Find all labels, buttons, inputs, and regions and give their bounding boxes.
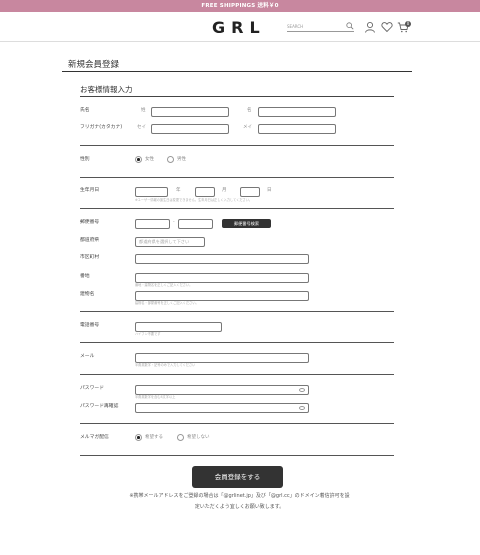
divider: [80, 455, 394, 456]
building-hint: 建物名・部屋番号を正しくご記入ください。: [135, 301, 199, 305]
divider: [80, 423, 394, 424]
day-suffix: 日: [267, 188, 272, 193]
gender-male-label[interactable]: 男性: [177, 156, 186, 164]
footer-note-line1: ※携帯メールアドレスをご登録の場合は「@grlinet.jp」及び「@grl.c…: [129, 493, 350, 499]
search-icon[interactable]: [346, 22, 354, 30]
kana-first-field[interactable]: [258, 124, 336, 134]
email-field[interactable]: [135, 353, 309, 363]
register-button[interactable]: 会員登録をする: [192, 466, 283, 488]
divider: [80, 208, 394, 209]
divider: [80, 145, 394, 146]
kana-first-label: メイ: [243, 125, 252, 130]
phone-field[interactable]: [135, 322, 222, 332]
site-logo[interactable]: GRL: [212, 18, 266, 37]
divider: [80, 342, 394, 343]
zip-second-field[interactable]: [178, 219, 213, 229]
newsletter-no-label[interactable]: 希望しない: [187, 434, 210, 442]
gender-male-radio[interactable]: [167, 156, 174, 163]
heart-icon[interactable]: [381, 21, 393, 33]
promo-text: FREE SHIPPINGS 送料￥0: [201, 3, 279, 9]
name-label: 氏名: [80, 108, 90, 113]
first-name-field[interactable]: [258, 107, 336, 117]
divider: [80, 374, 394, 375]
section-divider: [80, 96, 394, 97]
last-name-label: 姓: [141, 108, 146, 113]
birth-year-select[interactable]: [135, 187, 168, 197]
phone-label: 電話番号: [80, 323, 100, 328]
zip-label: 郵便番号: [80, 220, 100, 225]
password-confirm-label: パスワード再確認: [80, 404, 119, 409]
newsletter-yes-label[interactable]: 希望する: [145, 434, 163, 442]
eye-icon[interactable]: [299, 406, 305, 410]
password-confirm-field[interactable]: [135, 403, 309, 413]
prefecture-label: 都道府県: [80, 238, 100, 243]
zip-dash: -: [173, 220, 175, 225]
city-label: 市区町村: [80, 255, 100, 260]
city-field[interactable]: [135, 254, 309, 264]
last-name-field[interactable]: [151, 107, 229, 117]
birth-day-select[interactable]: [240, 187, 260, 197]
address-hint: 番地・建物名を正しくご記入ください。: [135, 283, 193, 287]
birthdate-hint: ※ユーザー情報の誕生日は変更できません。生年月日は正しく入力してください。: [135, 198, 253, 202]
newsletter-yes-radio[interactable]: [135, 434, 142, 441]
password-hint: 半角英数字を含む8文字以上: [135, 395, 176, 399]
password-label: パスワード: [80, 386, 104, 391]
birthdate-label: 生年月日: [80, 188, 100, 193]
user-icon[interactable]: [364, 21, 376, 33]
email-hint: 半角英数字・記号のみで入力してください: [135, 363, 196, 367]
address-field[interactable]: [135, 273, 309, 283]
site-header: GRL SEARCH 0: [0, 12, 480, 42]
gender-female-radio[interactable]: [135, 156, 142, 163]
building-label: 建物名: [80, 292, 95, 297]
email-label: メール: [80, 354, 95, 359]
phone-hint: ハイフン不要です: [135, 332, 161, 336]
kana-last-label: セイ: [137, 125, 146, 130]
kana-last-field[interactable]: [151, 124, 229, 134]
birth-month-select[interactable]: [195, 187, 215, 197]
page-title: 新規会員登録: [68, 60, 120, 70]
password-field[interactable]: [135, 385, 309, 395]
cart-count-badge: 0: [405, 21, 411, 27]
zip-first-field[interactable]: [135, 219, 170, 229]
search-placeholder: SEARCH: [287, 24, 304, 29]
newsletter-no-radio[interactable]: [177, 434, 184, 441]
gender-label: 性別: [80, 157, 90, 162]
section-title: お客様情報入力: [80, 85, 133, 94]
prefecture-select[interactable]: 都道府県を選択して下さい: [135, 237, 205, 247]
gender-female-label[interactable]: 女性: [145, 156, 154, 164]
footer-note-line2: 定いただくよう宜しくお願い致します。: [194, 504, 285, 510]
zip-search-button[interactable]: 郵便番号検索: [222, 219, 271, 228]
building-field[interactable]: [135, 291, 309, 301]
first-name-label: 名: [247, 108, 252, 113]
divider: [80, 311, 394, 312]
month-suffix: 月: [222, 188, 227, 193]
promo-bar: FREE SHIPPINGS 送料￥0: [0, 0, 480, 12]
address-label: 番地: [80, 274, 90, 279]
newsletter-label: メルマガ配信: [80, 435, 109, 440]
kana-label: フリガナ(カタカナ): [80, 125, 123, 130]
year-suffix: 年: [176, 188, 181, 193]
divider: [80, 177, 394, 178]
eye-icon[interactable]: [299, 388, 305, 392]
title-divider: [62, 71, 412, 72]
search-input[interactable]: SEARCH: [287, 22, 354, 32]
